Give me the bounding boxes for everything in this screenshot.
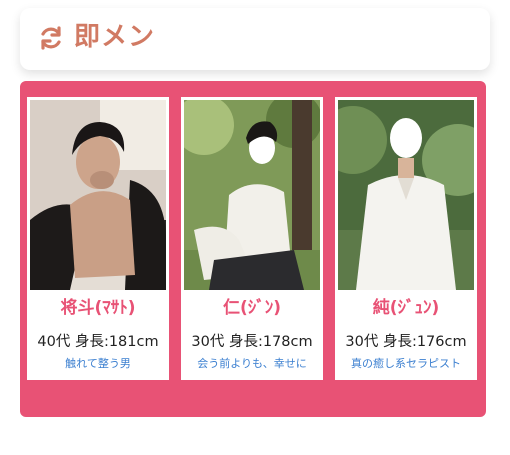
therapist-stats: 40代 身長:181cm [37,334,159,350]
therapist-catchphrase: 触れて整う男 [65,357,131,370]
therapist-panel: 将斗(ﾏｻﾄ) 40代 身長:181cm 触れて整う男 仁(ｼﾞﾝ) 30代 身… [20,81,486,417]
therapist-card[interactable]: 将斗(ﾏｻﾄ) 40代 身長:181cm 触れて整う男 [27,97,169,380]
therapist-card[interactable]: 純(ｼﾞｭﾝ) 30代 身長:176cm 真の癒し系セラピスト [335,97,477,380]
therapist-photo[interactable] [30,100,166,290]
therapist-catchphrase: 真の癒し系セラピスト [351,357,461,370]
therapist-stats: 30代 身長:178cm [191,334,313,350]
therapist-card[interactable]: 仁(ｼﾞﾝ) 30代 身長:178cm 会う前よりも、幸せに [181,97,323,380]
refresh-icon[interactable] [38,25,64,51]
therapist-name[interactable]: 仁(ｼﾞﾝ) [181,296,323,320]
therapist-photo[interactable] [184,100,320,290]
section-header: 即メン [20,8,490,70]
therapist-stats: 30代 身長:176cm [345,334,467,350]
section-title: 即メン [74,22,156,52]
therapist-name[interactable]: 将斗(ﾏｻﾄ) [27,296,169,320]
therapist-photo[interactable] [338,100,474,290]
therapist-name[interactable]: 純(ｼﾞｭﾝ) [335,296,477,320]
therapist-catchphrase: 会う前よりも、幸せに [197,357,307,370]
